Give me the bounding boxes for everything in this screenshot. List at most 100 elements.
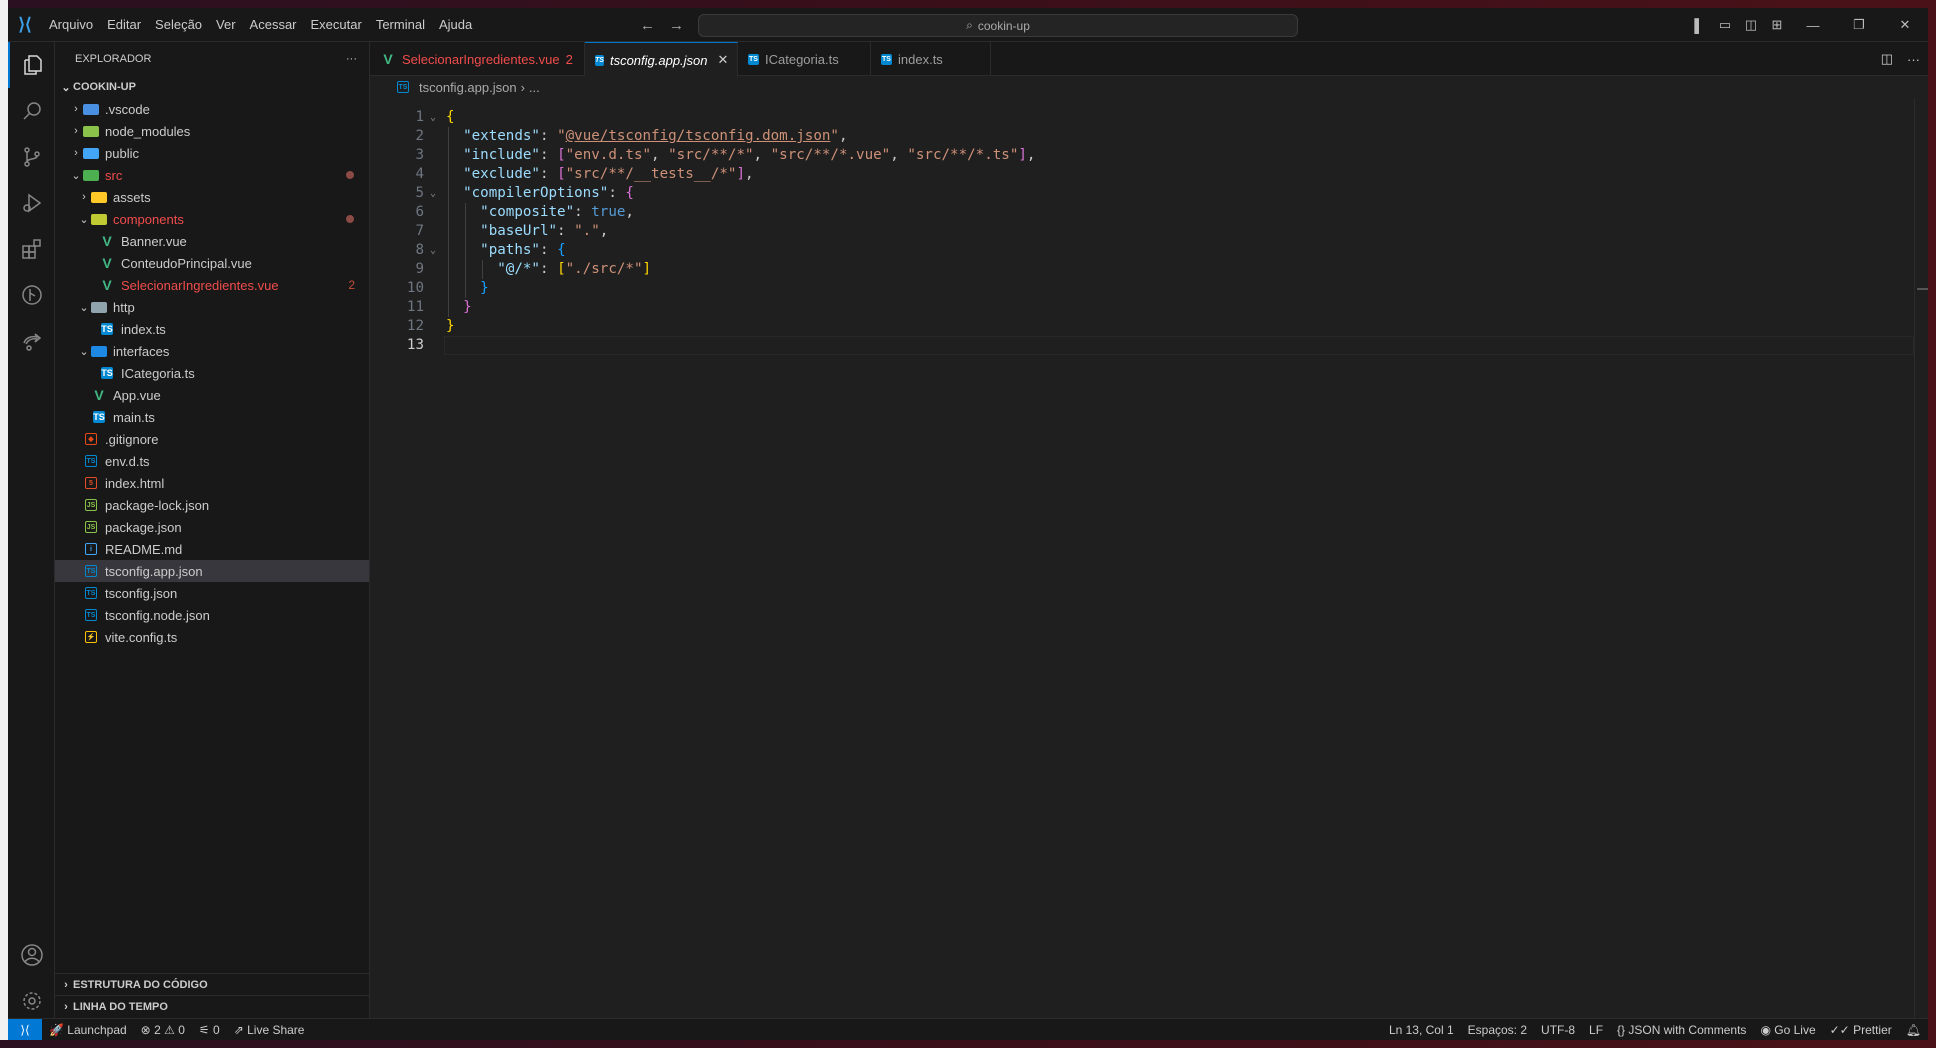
accounts-icon[interactable] [8, 932, 55, 978]
timeline-section[interactable]: › LINHA DO TEMPO [55, 995, 369, 1017]
run-debug-icon[interactable] [8, 180, 55, 226]
breadcrumb-symbols[interactable]: ... [529, 80, 540, 95]
file-item[interactable]: TS ICategoria.ts [55, 362, 369, 384]
code-token: "baseUrl" [480, 223, 558, 239]
prettier-item[interactable]: ✓✓ Prettier [1823, 1023, 1899, 1037]
menu-ver[interactable]: Ver [209, 8, 243, 42]
minimize-button[interactable]: — [1790, 18, 1836, 33]
cursor-position[interactable]: Ln 13, Col 1 [1382, 1023, 1461, 1037]
customize-layout-icon[interactable]: ⊞ [1764, 17, 1790, 33]
file-item[interactable]: TS main.ts [55, 406, 369, 428]
toggle-panel-icon[interactable]: ▭ [1712, 17, 1738, 33]
fold-chevron-icon[interactable]: ⌄ [430, 108, 436, 127]
line-number: 11 [406, 299, 424, 315]
folder-item[interactable]: ⌄ interfaces [55, 340, 369, 362]
error-count: 2 [154, 1022, 161, 1037]
code-token: "./src/*" [565, 261, 643, 277]
tab-icategoria-ts[interactable]: TS ICategoria.ts [738, 42, 871, 76]
tab-index-ts[interactable]: TS index.ts [871, 42, 991, 76]
code-editor[interactable]: 1 ⌄ {2 "extends": "@vue/tsconfig/tsconfig.… [370, 98, 1914, 1018]
source-control-icon[interactable] [8, 134, 55, 180]
folder-item[interactable]: › node_modules [55, 120, 369, 142]
go-live-button[interactable]: ◉ Go Live [1753, 1023, 1822, 1037]
command-center-search[interactable]: ⌕ cookin-up [698, 14, 1298, 37]
workspace-root[interactable]: ⌄ COOKIN-UP [55, 76, 369, 98]
git-graph-icon[interactable] [8, 272, 55, 318]
folder-item[interactable]: ⌄ src [55, 164, 369, 186]
remote-icon[interactable]: ⟩⟨ [8, 1018, 42, 1040]
notifications-bell-icon[interactable]: 🔔︎ [1899, 1023, 1928, 1037]
extensions-icon[interactable] [8, 226, 55, 272]
folder-item[interactable]: › public [55, 142, 369, 164]
live-share-icon[interactable] [8, 318, 55, 364]
indentation[interactable]: Espaços: 2 [1461, 1023, 1534, 1037]
menu-arquivo[interactable]: Arquivo [42, 8, 100, 42]
explorer-icon[interactable] [8, 42, 55, 88]
menu-executar[interactable]: Executar [304, 8, 369, 42]
file-item[interactable]: V SelecionarIngredientes.vue 2 [55, 274, 369, 296]
tab-selecionaringredientes-vue[interactable]: V SelecionarIngredientes.vue 2 [370, 42, 585, 76]
code-token: : [539, 166, 558, 182]
item-label: src [105, 167, 123, 183]
outline-section[interactable]: › ESTRUTURA DO CÓDIGO [55, 973, 369, 995]
chevron-down-icon: ⌄ [61, 81, 71, 94]
code-token: } [480, 280, 489, 296]
menu-terminal[interactable]: Terminal [369, 8, 432, 42]
file-item[interactable]: TS tsconfig.json [55, 582, 369, 604]
launchpad-item[interactable]: 🚀 Launchpad [42, 1023, 134, 1037]
file-item[interactable]: JS package-lock.json [55, 494, 369, 516]
folder-item[interactable]: › .vscode [55, 98, 369, 120]
live-share-status[interactable]: ⇗ Live Share [227, 1023, 312, 1037]
breadcrumb-file[interactable]: tsconfig.app.json [419, 80, 517, 95]
code-token: @vue/tsconfig/tsconfig.dom.json [565, 128, 831, 144]
menu-acessar[interactable]: Acessar [243, 8, 304, 42]
menu-editar[interactable]: Editar [100, 8, 148, 42]
close-tab-icon[interactable]: ✕ [718, 52, 729, 68]
fold-chevron-icon[interactable]: ⌄ [430, 241, 436, 260]
encoding[interactable]: UTF-8 [1534, 1023, 1582, 1037]
fold-chevron-icon[interactable]: ⌄ [430, 184, 436, 203]
file-item[interactable]: TS tsconfig.node.json [55, 604, 369, 626]
file-item[interactable]: 5 index.html [55, 472, 369, 494]
file-item[interactable]: TS index.ts [55, 318, 369, 340]
folder-item[interactable]: › assets [55, 186, 369, 208]
file-item[interactable]: V Banner.vue [55, 230, 369, 252]
editor-scrollbar[interactable] [1914, 98, 1928, 1018]
file-item[interactable]: TS tsconfig.app.json [55, 560, 369, 582]
folder-item[interactable]: ⌄ http [55, 296, 369, 318]
file-item[interactable]: ◆ .gitignore [55, 428, 369, 450]
folder-interfaces-icon [91, 345, 107, 357]
language-mode[interactable]: {} JSON with Comments [1610, 1023, 1753, 1037]
explorer-more-button[interactable]: ··· [346, 53, 357, 65]
toggle-secondary-sidebar-icon[interactable]: ◫ [1738, 17, 1764, 33]
forward-arrow-icon[interactable]: → [669, 17, 684, 34]
more-actions-icon[interactable]: ··· [1907, 52, 1920, 67]
vue-file-icon: V [94, 387, 104, 403]
file-item[interactable]: V ConteudoPrincipal.vue [55, 252, 369, 274]
toggle-sidebar-icon[interactable]: ▌ [1686, 18, 1712, 33]
code-token: , [599, 223, 609, 239]
search-icon[interactable] [8, 88, 55, 134]
file-item[interactable]: TS env.d.ts [55, 450, 369, 472]
tab-tsconfig-app-json[interactable]: TS tsconfig.app.json ✕ [585, 42, 738, 77]
timeline-label: LINHA DO TEMPO [73, 1000, 168, 1013]
close-window-button[interactable]: ✕ [1882, 17, 1928, 33]
problems-item[interactable]: ⊗ 2 ⚠ 0 [134, 1023, 192, 1037]
file-item[interactable]: JS package.json [55, 516, 369, 538]
code-token: : [539, 147, 558, 163]
file-item[interactable]: ⚡ vite.config.ts [55, 626, 369, 648]
folder-item[interactable]: ⌄ components [55, 208, 369, 230]
back-arrow-icon[interactable]: ← [640, 17, 655, 34]
file-item[interactable]: V App.vue [55, 384, 369, 406]
code-token: , [745, 166, 754, 182]
restore-button[interactable]: ❐ [1836, 17, 1882, 33]
split-editor-icon[interactable]: ◫ [1881, 51, 1893, 67]
file-item[interactable]: i README.md [55, 538, 369, 560]
menu-seleção[interactable]: Seleção [148, 8, 209, 42]
ports-item[interactable]: ⚟ 0 [192, 1023, 227, 1037]
code-line: } [446, 317, 455, 336]
code-token: "src/**/*" [668, 147, 754, 163]
menu-ajuda[interactable]: Ajuda [432, 8, 479, 42]
end-of-line[interactable]: LF [1582, 1023, 1610, 1037]
